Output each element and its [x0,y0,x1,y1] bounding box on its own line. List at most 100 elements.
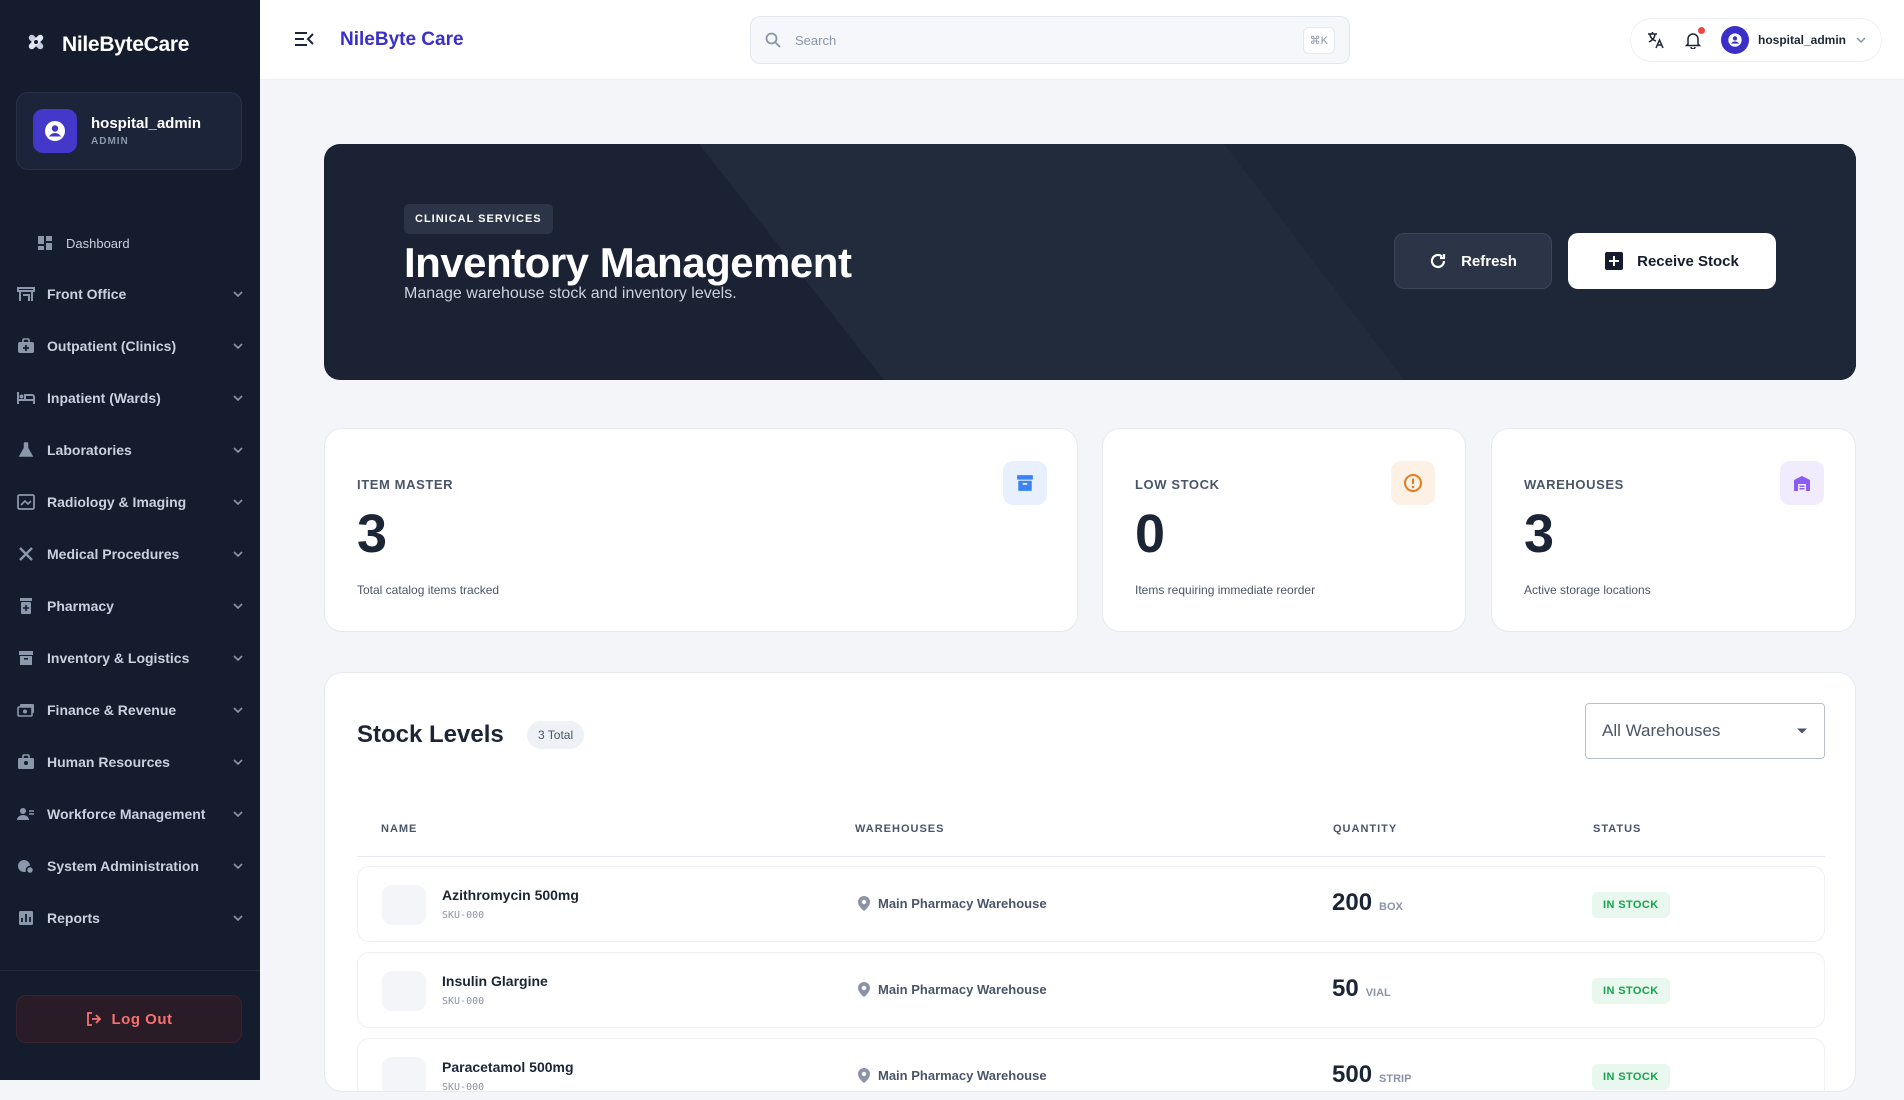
table-row[interactable]: Azithromycin 500mg SKU-000 Main Pharmacy… [357,866,1825,942]
quantity-value: 500 [1332,1061,1373,1088]
bed-icon [16,389,36,407]
column-header-name[interactable]: NAME [381,823,417,835]
receive-stock-label: Receive Stock [1637,252,1739,270]
status-badge: IN STOCK [1592,1064,1670,1090]
menu-toggle-button[interactable] [294,30,314,53]
admin-icon [16,857,36,875]
sidebar-item-pharmacy[interactable]: Pharmacy [0,580,260,632]
sidebar-item-outpatient[interactable]: Outpatient (Clinics) [0,320,260,372]
badge-icon [16,753,36,771]
sidebar-item-label: Laboratories [47,442,132,458]
sidebar-item-radiology[interactable]: Radiology & Imaging [0,476,260,528]
brand[interactable]: NileByteCare [24,30,189,59]
page-title: Inventory Management [404,239,852,286]
column-header-quantity[interactable]: QUANTITY [1333,823,1397,835]
quantity-unit: STRIP [1379,1073,1412,1085]
stat-label: WAREHOUSES [1524,477,1624,492]
chevron-down-icon [233,603,243,610]
stat-value: 3 [1524,504,1555,564]
status-badge: IN STOCK [1592,978,1670,1004]
chevron-down-icon [233,499,243,506]
item-quantity: 50 VIAL [1332,975,1391,1003]
archive-icon [16,649,36,667]
sidebar-item-reports[interactable]: Reports [0,892,260,944]
item-sku: SKU-000 [442,910,485,921]
user-card-name: hospital_admin [91,115,202,132]
item-warehouse: Main Pharmacy Warehouse [858,982,1047,997]
quantity-value: 200 [1332,889,1373,916]
sidebar-item-system-admin[interactable]: System Administration [0,840,260,892]
translate-button[interactable] [1647,31,1665,49]
logout-label: Log Out [111,1010,173,1028]
refresh-button[interactable]: Refresh [1394,233,1552,289]
item-quantity: 500 STRIP [1332,1061,1411,1089]
chevron-down-icon [233,759,243,766]
item-name: Insulin Glargine [442,973,548,989]
sidebar-item-label: Human Resources [47,754,170,770]
search-icon [765,32,781,48]
item-name: Azithromycin 500mg [442,887,579,903]
sidebar-item-label: Outpatient (Clinics) [47,338,177,354]
app-title: NileByte Care [340,29,464,50]
chart-icon [16,909,36,927]
receive-stock-button[interactable]: Receive Stock [1568,233,1776,289]
location-pin-icon [858,896,870,911]
quantity-unit: BOX [1379,901,1403,913]
people-icon [16,805,36,823]
column-header-status[interactable]: STATUS [1593,823,1641,835]
stat-description: Total catalog items tracked [357,583,500,597]
tools-icon [16,545,36,563]
chevron-down-icon [233,551,243,558]
chevron-down-icon [233,395,243,402]
logout-button[interactable]: Log Out [16,995,242,1043]
sidebar-item-label: Front Office [47,286,127,302]
chevron-down-icon [233,343,243,350]
user-circle-icon [45,121,65,141]
stat-card-low-stock: LOW STOCK 0 Items requiring immediate re… [1102,428,1466,632]
menu-collapse-icon [295,32,314,46]
location-pin-icon [858,1068,870,1083]
search-input[interactable]: Search [795,33,1289,48]
user-menu-name: hospital_admin [1758,33,1847,47]
chevron-down-icon [233,447,243,454]
sidebar-item-finance[interactable]: Finance & Revenue [0,684,260,736]
item-thumbnail [382,971,426,1011]
quantity-unit: VIAL [1365,987,1391,999]
user-card-role: ADMIN [91,136,129,147]
notifications-button[interactable] [1685,27,1705,49]
column-header-warehouses[interactable]: WAREHOUSES [855,823,944,835]
quantity-value: 50 [1332,975,1359,1002]
sidebar-item-human-resources[interactable]: Human Resources [0,736,260,788]
sidebar-item-inpatient[interactable]: Inpatient (Wards) [0,372,260,424]
warehouse-filter-select[interactable]: All Warehouses [1585,703,1825,759]
item-quantity: 200 BOX [1332,889,1403,917]
sidebar-item-front-office[interactable]: Front Office [0,268,260,320]
topbar: NileByte Care Search ⌘K hospital_admin [260,0,1904,80]
stat-description: Active storage locations [1524,583,1651,597]
warehouse-icon [1780,461,1824,505]
user-card[interactable]: hospital_admin ADMIN [16,92,242,170]
search-box[interactable]: Search ⌘K [750,16,1350,64]
chevron-down-icon [233,655,243,662]
item-sku: SKU-000 [442,996,485,1007]
page-hero: CLINICAL SERVICES Inventory Management M… [324,144,1856,380]
sidebar-item-dashboard[interactable]: Dashboard [0,218,260,268]
warehouse-name: Main Pharmacy Warehouse [878,982,1047,997]
stock-levels-panel: Stock Levels 3 Total All Warehouses NAME… [324,672,1856,1092]
sidebar-item-laboratories[interactable]: Laboratories [0,424,260,476]
dashboard-icon [38,236,52,250]
user-menu[interactable]: hospital_admin [1721,26,1867,54]
sidebar-item-medical-procedures[interactable]: Medical Procedures [0,528,260,580]
refresh-label: Refresh [1461,252,1517,270]
sidebar-item-inventory[interactable]: Inventory & Logistics [0,632,260,684]
chevron-down-icon [233,811,243,818]
category-badge: CLINICAL SERVICES [404,204,553,234]
table-row[interactable]: Paracetamol 500mg SKU-000 Main Pharmacy … [357,1038,1825,1091]
header-divider [357,856,1825,857]
sidebar-item-workforce[interactable]: Workforce Management [0,788,260,840]
table-row[interactable]: Insulin Glargine SKU-000 Main Pharmacy W… [357,952,1825,1028]
avatar [33,109,77,153]
stat-card-warehouses: WAREHOUSES 3 Active storage locations [1491,428,1856,632]
item-name: Paracetamol 500mg [442,1059,574,1075]
bell-icon [1685,33,1701,49]
